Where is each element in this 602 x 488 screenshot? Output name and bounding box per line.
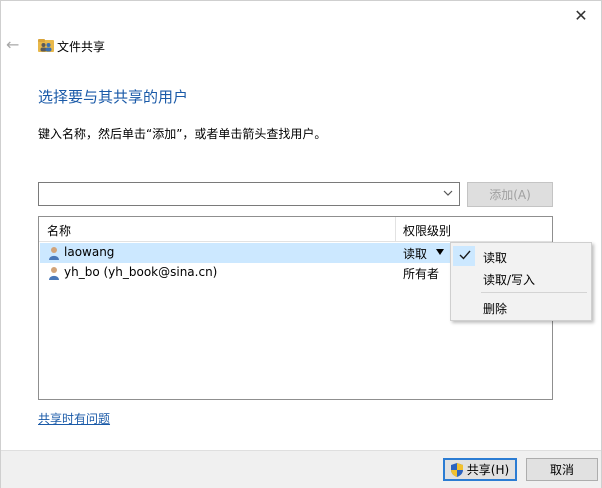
share-folder-icon — [38, 39, 54, 52]
user-name-combobox[interactable] — [38, 182, 460, 206]
cancel-button[interactable]: 取消 — [526, 458, 598, 481]
menu-item-read-write[interactable]: 读取/写入 — [451, 267, 591, 289]
page-heading: 选择要与其共享的用户 — [38, 88, 189, 106]
share-button-label: 共享(H) — [466, 463, 510, 477]
user-name: laowang — [64, 245, 115, 259]
close-icon: ✕ — [574, 5, 588, 25]
uac-shield-icon — [450, 462, 463, 477]
column-header-permission[interactable]: 权限级别 — [403, 222, 451, 239]
chevron-down-icon[interactable] — [443, 188, 453, 198]
window-title: 文件共享 — [57, 40, 106, 54]
user-name: yh_bo (yh_book@sina.cn) — [64, 265, 218, 279]
column-divider[interactable] — [395, 217, 396, 241]
user-name-input[interactable] — [41, 185, 441, 205]
menu-item-label: 读取/写入 — [483, 273, 536, 287]
menu-item-read[interactable]: 读取 — [451, 245, 591, 267]
permission-dropdown[interactable]: 读取 — [403, 245, 427, 262]
list-header: 名称 权限级别 — [39, 217, 552, 242]
user-icon — [49, 267, 59, 280]
instruction-text: 键入名称，然后单击“添加”，或者单击箭头查找用户。 — [38, 127, 327, 141]
menu-item-remove[interactable]: 删除 — [451, 296, 591, 318]
back-button[interactable]: ← — [6, 36, 26, 54]
menu-separator — [481, 292, 587, 293]
sharing-problem-link[interactable]: 共享时有问题 — [38, 410, 110, 427]
close-button[interactable]: ✕ — [560, 0, 602, 30]
column-header-name[interactable]: 名称 — [47, 222, 71, 239]
menu-item-label: 删除 — [483, 302, 508, 316]
permission-context-menu: 读取 读取/写入 删除 — [450, 242, 592, 321]
checkmark-icon — [459, 250, 471, 260]
dropdown-arrow-icon[interactable] — [436, 249, 444, 255]
user-icon — [49, 247, 59, 260]
add-button[interactable]: 添加(A) — [467, 182, 553, 207]
menu-item-label: 读取 — [483, 251, 508, 265]
back-arrow-icon: ← — [6, 35, 20, 54]
permission-level: 所有者 — [403, 267, 440, 281]
share-button[interactable]: 共享(H) — [443, 458, 517, 481]
